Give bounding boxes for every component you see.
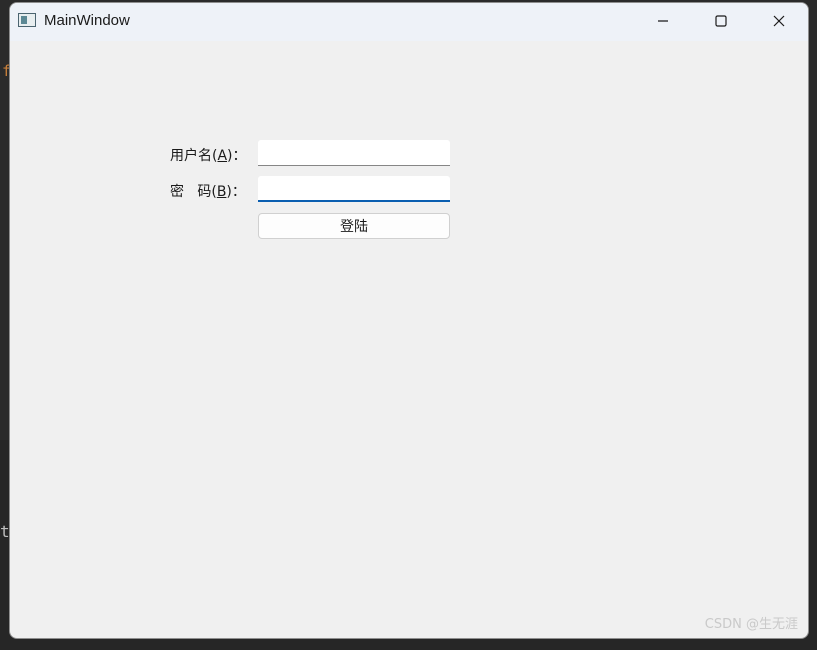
login-button[interactable]: 登陆 — [258, 213, 450, 239]
username-label-mnemonic: A — [217, 148, 228, 164]
username-label: 用户名(A)： — [170, 145, 247, 165]
app-window-icon — [18, 13, 36, 27]
username-label-prefix: 用户名( — [170, 148, 218, 164]
main-window: MainWindow 用户名(A)： 密 码(B)： 登陆 CSDN @生无涯 — [9, 2, 809, 639]
password-label-prefix: 密 码( — [170, 184, 217, 200]
close-button[interactable] — [750, 3, 808, 39]
username-input[interactable] — [258, 140, 450, 166]
password-label-suffix: )： — [226, 184, 246, 200]
password-input[interactable] — [258, 176, 450, 202]
window-title: MainWindow — [44, 12, 130, 29]
minimize-icon — [658, 20, 668, 22]
maximize-button[interactable] — [692, 3, 750, 39]
close-icon — [773, 15, 785, 27]
maximize-icon — [715, 15, 727, 27]
username-label-suffix: )： — [227, 148, 247, 164]
watermark: CSDN @生无涯 — [704, 617, 798, 632]
password-label-mnemonic: B — [216, 184, 227, 200]
minimize-button[interactable] — [634, 3, 692, 39]
title-bar[interactable]: MainWindow — [10, 3, 808, 41]
password-label: 密 码(B)： — [170, 181, 246, 201]
